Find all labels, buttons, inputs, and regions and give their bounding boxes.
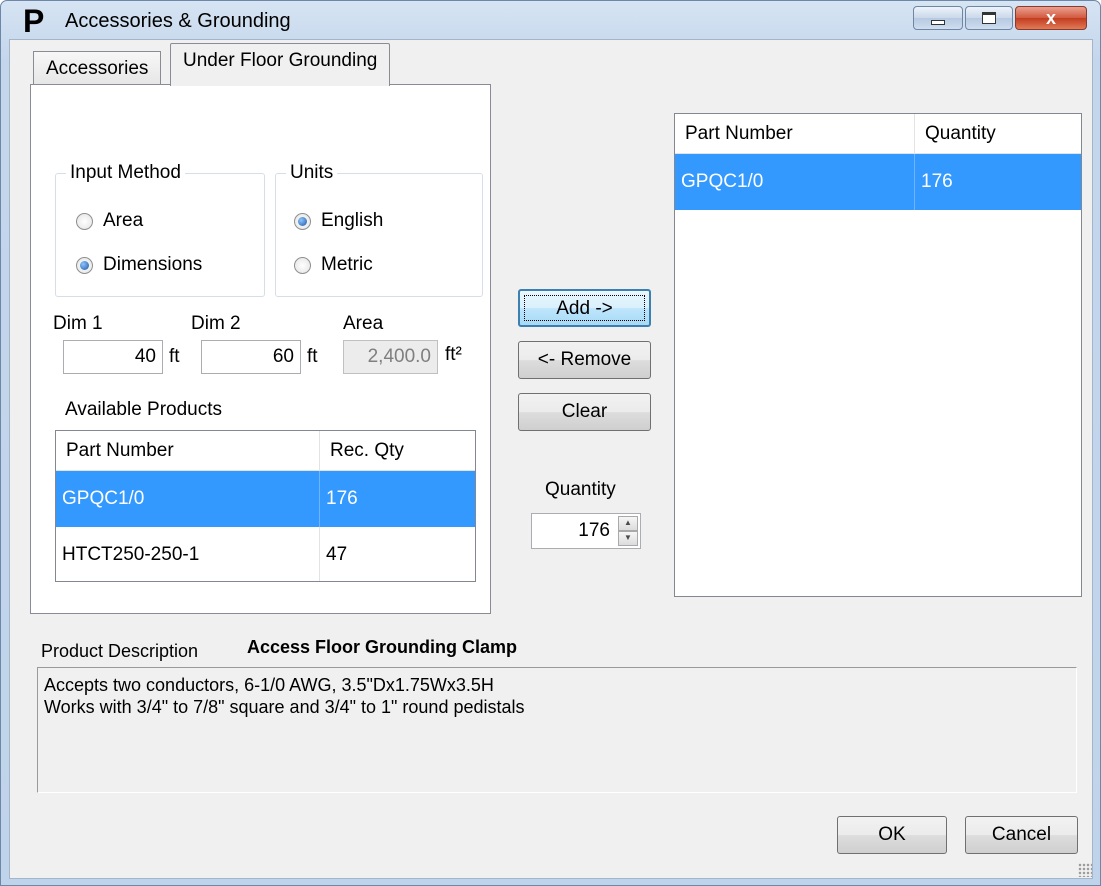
radio-area-indicator[interactable] bbox=[76, 212, 93, 230]
cell-part-number: GPQC1/0 bbox=[56, 471, 320, 527]
dim2-label: Dim 2 bbox=[191, 313, 241, 334]
dim2-input[interactable]: 60 bbox=[201, 340, 301, 374]
minimize-button[interactable] bbox=[913, 6, 963, 30]
title-bar[interactable]: P Accessories & Grounding x bbox=[1, 1, 1100, 39]
radio-dimensions-label: Dimensions bbox=[103, 254, 203, 275]
cell-part-number: HTCT250-250-1 bbox=[56, 527, 320, 581]
radio-metric[interactable]: Metric bbox=[294, 254, 373, 276]
focus-rectangle bbox=[524, 295, 645, 321]
cell-rec-qty: 176 bbox=[326, 488, 358, 509]
window-title: Accessories & Grounding bbox=[65, 10, 291, 32]
maximize-button[interactable] bbox=[965, 6, 1013, 30]
stepper-up-icon[interactable]: ▲ bbox=[618, 516, 638, 531]
clear-button[interactable]: Clear bbox=[518, 393, 651, 431]
product-description-title: Access Floor Grounding Clamp bbox=[247, 637, 518, 657]
available-products-header: Part Number Rec. Qty bbox=[56, 431, 475, 471]
dim2-unit: ft bbox=[307, 346, 318, 367]
close-button[interactable]: x bbox=[1015, 6, 1087, 30]
cell-part-number: GPQC1/0 bbox=[675, 154, 915, 210]
close-icon: x bbox=[1045, 7, 1056, 28]
dim1-input[interactable]: 40 bbox=[63, 340, 163, 374]
product-description-box: Accepts two conductors, 6-1/0 AWG, 3.5"D… bbox=[37, 667, 1077, 793]
table-row[interactable]: GPQC1/0 176 bbox=[56, 471, 475, 527]
cell-rec-qty: 47 bbox=[326, 544, 348, 565]
add-button[interactable]: Add -> bbox=[518, 289, 651, 327]
radio-dimensions[interactable]: Dimensions bbox=[76, 254, 202, 276]
stepper-arrows: ▲ ▼ bbox=[618, 516, 638, 546]
available-products-title: Available Products bbox=[65, 399, 223, 420]
tab-accessories[interactable]: Accessories bbox=[33, 51, 162, 85]
column-header-part-number[interactable]: Part Number bbox=[56, 431, 320, 470]
app-logo-icon: P bbox=[23, 3, 45, 39]
minimize-icon bbox=[931, 19, 945, 25]
area-unit: ft² bbox=[445, 344, 462, 365]
remove-button[interactable]: <- Remove bbox=[518, 341, 651, 379]
selected-products-list[interactable]: Part Number Quantity GPQC1/0 176 bbox=[674, 113, 1082, 597]
area-output: 2,400.0 bbox=[343, 340, 438, 374]
stepper-down-icon[interactable]: ▼ bbox=[618, 531, 638, 546]
radio-metric-label: Metric bbox=[321, 254, 373, 275]
radio-metric-indicator[interactable] bbox=[294, 256, 311, 274]
product-description-label: Product Description bbox=[41, 641, 199, 661]
radio-area-label: Area bbox=[103, 210, 144, 231]
units-group: Units English Metric bbox=[275, 162, 483, 297]
cancel-button[interactable]: Cancel bbox=[965, 816, 1078, 854]
table-row[interactable]: HTCT250-250-1 47 bbox=[56, 527, 475, 581]
radio-area[interactable]: Area bbox=[76, 210, 143, 232]
tab-under-floor-grounding[interactable]: Under Floor Grounding bbox=[170, 43, 391, 86]
column-header-quantity[interactable]: Quantity bbox=[915, 114, 1081, 153]
selected-products-header: Part Number Quantity bbox=[675, 114, 1081, 154]
dim1-unit: ft bbox=[169, 346, 180, 367]
area-label: Area bbox=[343, 313, 384, 334]
radio-english-indicator[interactable] bbox=[294, 212, 311, 230]
maximize-icon bbox=[982, 12, 996, 24]
description-line-2: Works with 3/4" to 7/8" square and 3/4" … bbox=[44, 697, 525, 717]
description-line-1: Accepts two conductors, 6-1/0 AWG, 3.5"D… bbox=[44, 675, 494, 695]
column-header-part-number[interactable]: Part Number bbox=[675, 114, 915, 153]
radio-english-label: English bbox=[321, 210, 384, 231]
units-title: Units bbox=[286, 162, 338, 184]
radio-dimensions-indicator[interactable] bbox=[76, 256, 93, 274]
input-method-title: Input Method bbox=[66, 162, 185, 184]
available-products-list[interactable]: Part Number Rec. Qty GPQC1/0 176 HTCT250… bbox=[55, 430, 476, 582]
quantity-label: Quantity bbox=[545, 479, 616, 500]
input-method-group: Input Method Area Dimensions bbox=[55, 162, 265, 297]
quantity-stepper[interactable]: 176 ▲ ▼ bbox=[531, 513, 641, 549]
ok-button[interactable]: OK bbox=[837, 816, 947, 854]
dim1-label: Dim 1 bbox=[53, 313, 103, 334]
tab-panel-under-floor-grounding: Input Method Area Dimensions Units Engli… bbox=[30, 84, 491, 614]
dialog-window: P Accessories & Grounding x Accessories … bbox=[0, 0, 1101, 886]
cell-quantity: 176 bbox=[921, 171, 953, 192]
quantity-value[interactable]: 176 bbox=[578, 514, 610, 548]
table-row[interactable]: GPQC1/0 176 bbox=[675, 154, 1081, 210]
radio-english[interactable]: English bbox=[294, 210, 383, 232]
resize-grip-icon[interactable] bbox=[1078, 863, 1092, 877]
column-header-rec-qty[interactable]: Rec. Qty bbox=[320, 431, 475, 470]
